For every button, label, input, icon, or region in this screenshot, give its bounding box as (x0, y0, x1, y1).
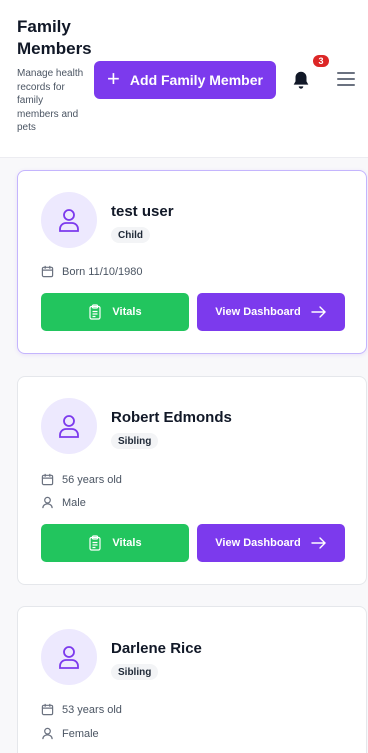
family-member-card[interactable]: Robert Edmonds Sibling 56 years old Male… (17, 376, 367, 585)
member-detail-row: Born 11/10/1980 (41, 265, 143, 278)
member-name: Robert Edmonds (111, 409, 232, 426)
view-dashboard-button[interactable]: View Dashboard (197, 524, 345, 562)
member-detail-text: 53 years old (62, 703, 122, 716)
member-detail-text: 56 years old (62, 473, 122, 486)
member-detail-row: Male (41, 496, 86, 509)
calendar-icon (41, 703, 54, 716)
member-detail-row: 56 years old (41, 473, 122, 486)
arrow-right-icon (310, 537, 326, 549)
add-family-member-button[interactable]: + Add Family Member (94, 61, 276, 99)
person-icon (42, 727, 53, 740)
vitals-button[interactable]: Vitals (41, 524, 189, 562)
bell-icon[interactable] (290, 69, 312, 91)
clipboard-icon (89, 304, 102, 320)
page-subtitle: Manage health records for family members… (17, 68, 84, 133)
relationship-badge: Child (111, 227, 150, 243)
plus-icon: + (107, 66, 120, 91)
member-detail-text: Female (62, 727, 99, 740)
vitals-label: Vitals (112, 306, 142, 318)
user-avatar-icon (41, 629, 97, 685)
page-header: Family Members Manage health records for… (0, 0, 368, 158)
member-detail-row: 53 years old (41, 703, 122, 716)
relationship-badge: Sibling (111, 433, 159, 449)
member-name: Darlene Rice (111, 640, 202, 657)
view-dashboard-label: View Dashboard (215, 306, 301, 318)
family-member-card[interactable]: test user Child Born 11/10/1980 Vitals V… (17, 170, 367, 354)
person-icon (42, 496, 53, 509)
family-member-card[interactable]: Darlene Rice Sibling 53 years old Female (17, 606, 367, 753)
vitals-button[interactable]: Vitals (41, 293, 189, 331)
member-detail-row: Female (41, 727, 99, 740)
arrow-right-icon (310, 306, 326, 318)
hamburger-menu-icon[interactable] (337, 72, 355, 88)
page-title-line2: Members (17, 39, 92, 58)
relationship-badge: Sibling (111, 664, 159, 680)
page-title-line1: Family (17, 17, 71, 36)
view-dashboard-button[interactable]: View Dashboard (197, 293, 345, 331)
add-family-member-label: Add Family Member (129, 72, 263, 88)
user-avatar-icon (41, 398, 97, 454)
member-detail-text: Born 11/10/1980 (62, 265, 143, 278)
clipboard-icon (89, 535, 102, 551)
notification-badge: 3 (313, 55, 329, 67)
view-dashboard-label: View Dashboard (215, 537, 301, 549)
page-title: Family Members (17, 16, 93, 60)
member-detail-text: Male (62, 496, 86, 509)
vitals-label: Vitals (112, 537, 142, 549)
calendar-icon (41, 265, 54, 278)
calendar-icon (41, 473, 54, 486)
member-name: test user (111, 203, 174, 220)
user-avatar-icon (41, 192, 97, 248)
